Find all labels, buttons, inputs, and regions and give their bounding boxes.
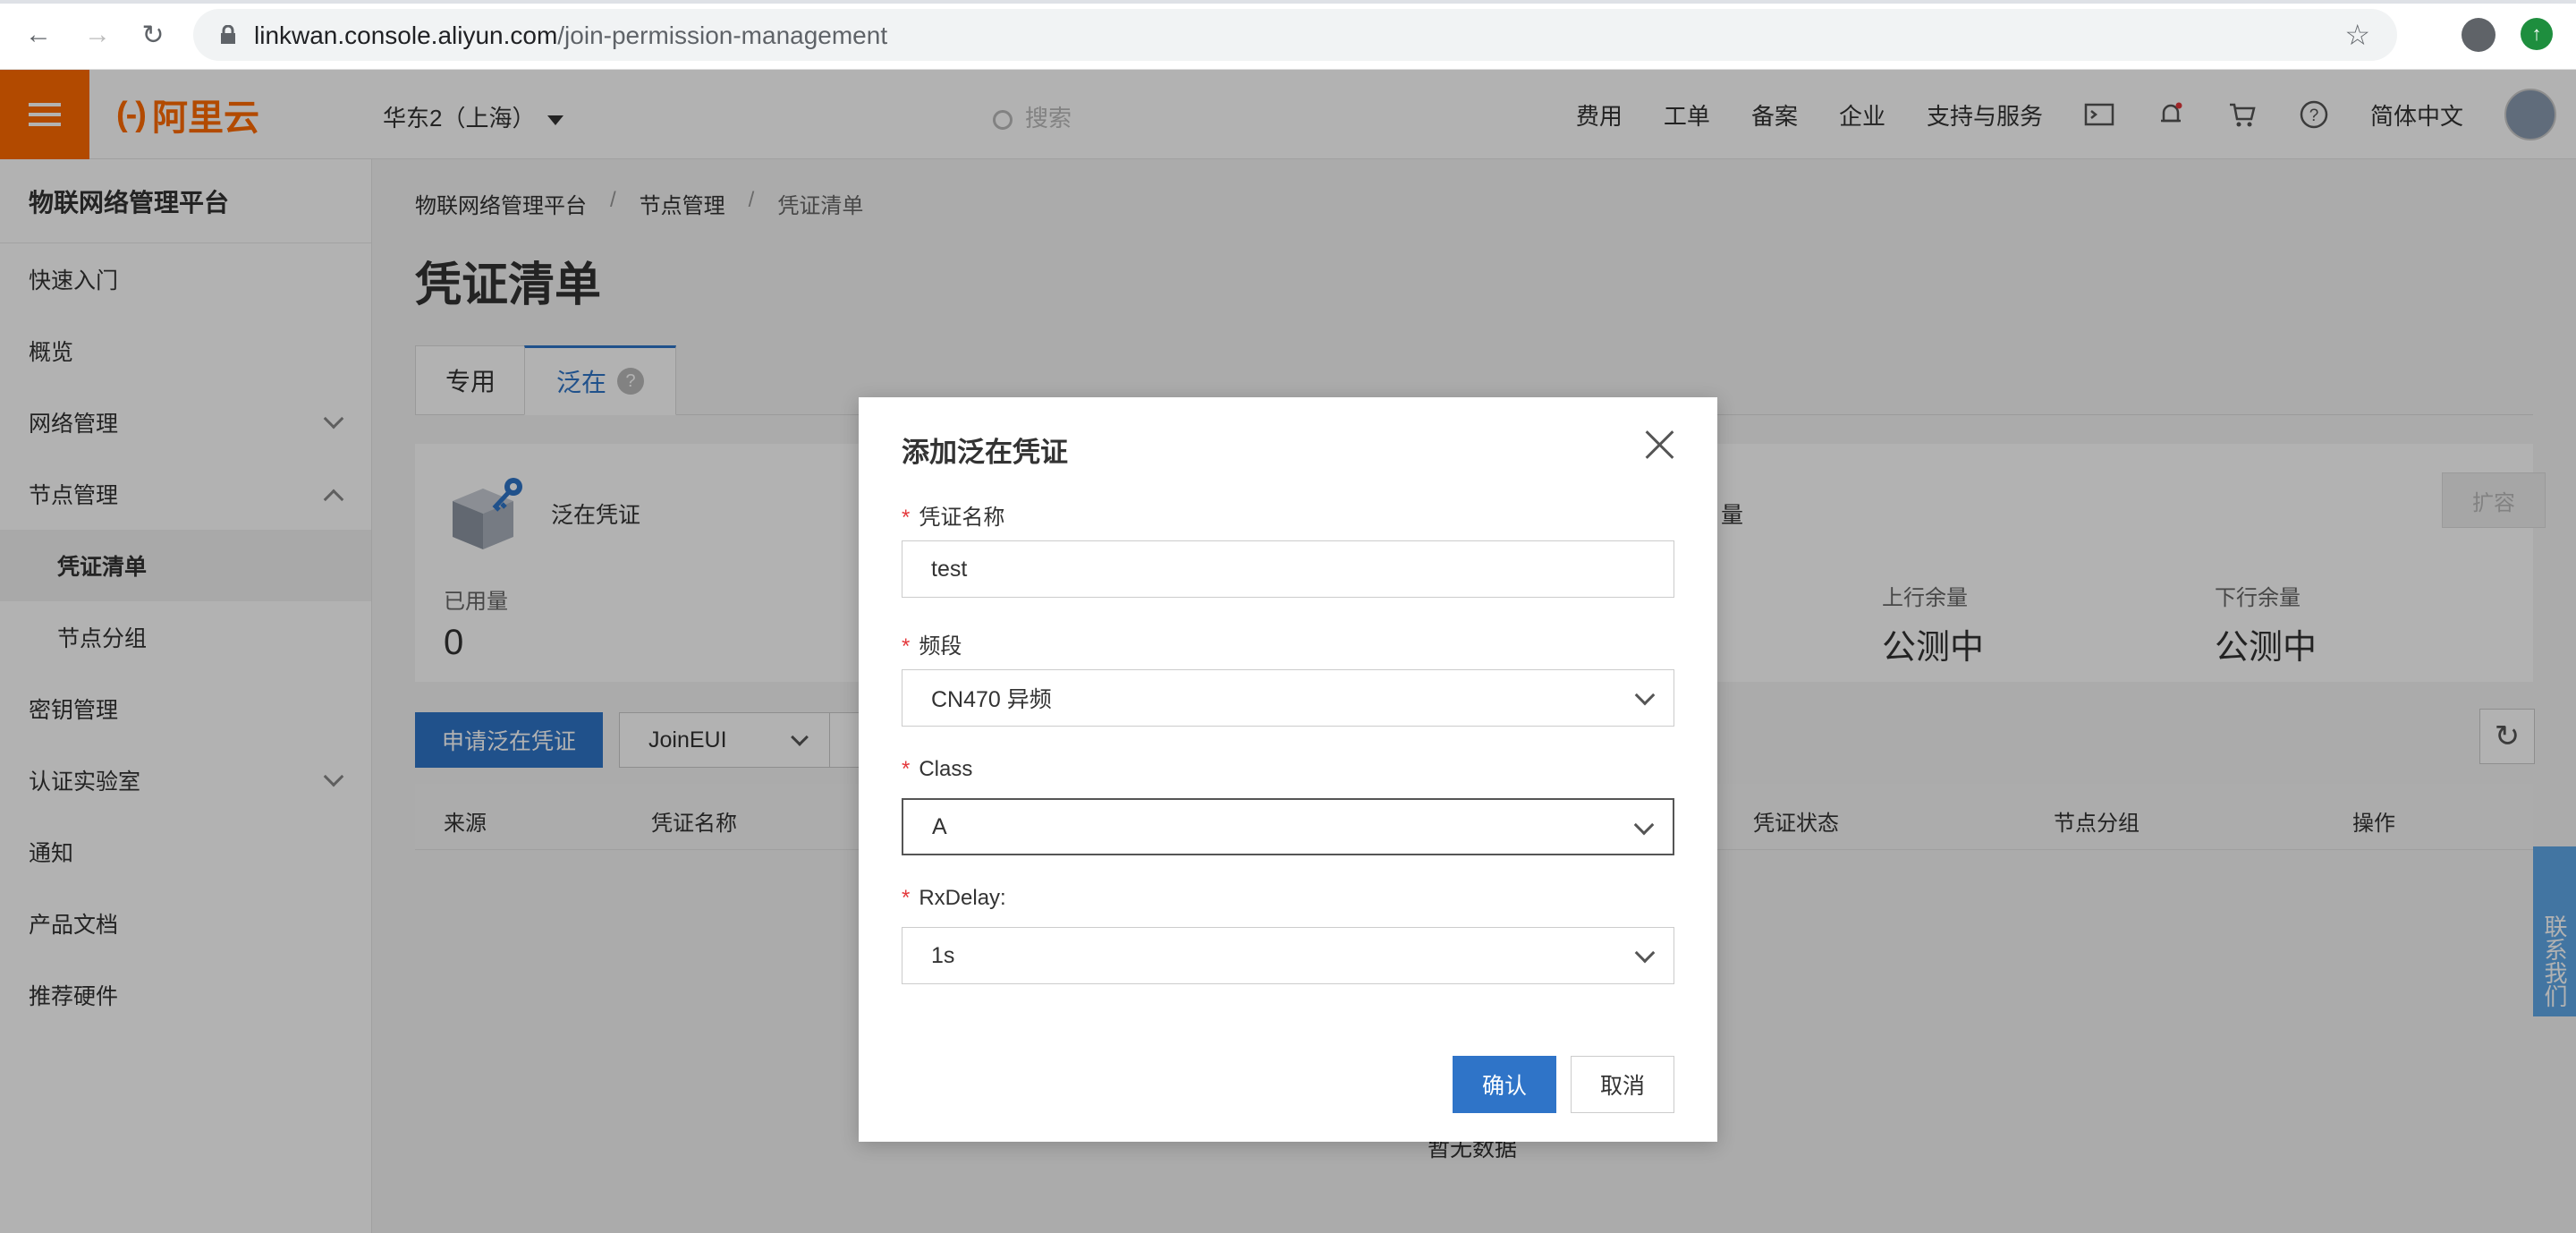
browser-profile-icon[interactable] bbox=[2462, 18, 2496, 52]
class-select-value: A bbox=[932, 813, 947, 839]
bookmark-star-icon[interactable]: ☆ bbox=[2344, 18, 2370, 52]
close-icon[interactable] bbox=[1644, 428, 1676, 460]
required-mark: * bbox=[902, 886, 911, 910]
extension-icon[interactable]: ↑ bbox=[2521, 18, 2553, 50]
class-label: * Class bbox=[902, 757, 972, 782]
back-arrow-icon[interactable]: ← bbox=[21, 18, 55, 52]
chevron-down-icon bbox=[1634, 942, 1656, 964]
required-mark: * bbox=[902, 634, 911, 659]
chevron-down-icon bbox=[1633, 814, 1655, 836]
browser-tab-strip bbox=[0, 0, 2576, 4]
required-mark: * bbox=[902, 506, 911, 530]
cancel-button[interactable]: 取消 bbox=[1571, 1056, 1674, 1113]
rxdelay-label-text: RxDelay: bbox=[919, 886, 1006, 910]
band-label-text: 频段 bbox=[919, 634, 962, 659]
band-label: * 频段 bbox=[902, 628, 962, 659]
browser-toolbar: ← → ↻ linkwan.console.aliyun.com/join-pe… bbox=[0, 0, 2576, 70]
rxdelay-select[interactable]: 1s bbox=[902, 927, 1674, 984]
dialog-title: 添加泛在凭证 bbox=[902, 437, 1068, 468]
chevron-down-icon bbox=[1634, 685, 1656, 706]
credential-name-input[interactable]: test bbox=[902, 540, 1674, 598]
band-select[interactable]: CN470 异频 bbox=[902, 669, 1674, 727]
add-credential-dialog: 添加泛在凭证 * 凭证名称 test * 频段 CN470 异频 * Class A … bbox=[859, 397, 1717, 1142]
name-label-text: 凭证名称 bbox=[919, 506, 1005, 530]
forward-arrow-icon[interactable]: → bbox=[80, 18, 114, 52]
lock-icon bbox=[221, 25, 235, 44]
class-label-text: Class bbox=[919, 757, 973, 781]
rxdelay-label: * RxDelay: bbox=[902, 886, 1006, 911]
class-select[interactable]: A bbox=[902, 798, 1674, 855]
confirm-button[interactable]: 确认 bbox=[1453, 1056, 1556, 1113]
url-text: linkwan.console.aliyun.com/join-permissi… bbox=[254, 21, 888, 49]
rxdelay-select-value: 1s bbox=[931, 942, 955, 968]
name-label: * 凭证名称 bbox=[902, 499, 1004, 531]
credential-name-value: test bbox=[931, 556, 968, 582]
band-select-value: CN470 异频 bbox=[931, 687, 1052, 712]
reload-icon[interactable]: ↻ bbox=[136, 18, 170, 52]
address-bar[interactable]: linkwan.console.aliyun.com/join-permissi… bbox=[193, 9, 2397, 61]
required-mark: * bbox=[902, 757, 911, 781]
